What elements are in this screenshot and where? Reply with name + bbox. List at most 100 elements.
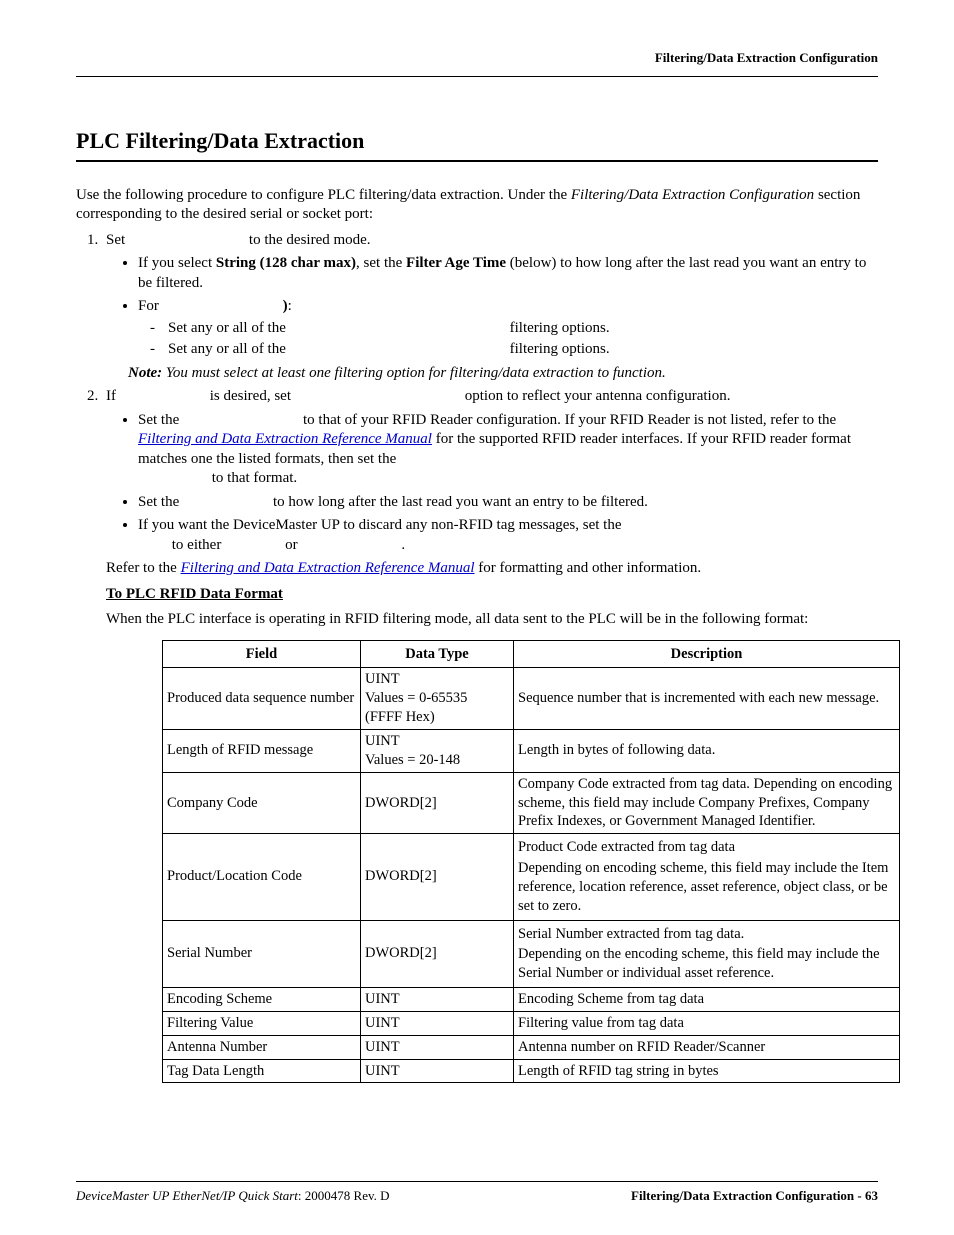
- d4p1: Serial Number extracted from tag data.: [518, 925, 895, 944]
- intro-italic: Filtering/Data Extraction Configuration: [571, 187, 814, 203]
- s1b2-pre: For: [138, 298, 159, 314]
- table-row: Product/Location Code DWORD[2] Product C…: [163, 834, 900, 920]
- cell-type: DWORD[2]: [361, 834, 514, 920]
- cell-field: Produced data sequence number: [163, 668, 361, 730]
- step-2: If is desired, set option to reflect you…: [102, 387, 878, 1083]
- s2-if-mid: is desired, set: [206, 388, 291, 404]
- th-field: Field: [163, 640, 361, 668]
- table-row: Filtering Value UINT Filtering value fro…: [163, 1011, 900, 1035]
- cell-desc: Company Code extracted from tag data. De…: [514, 772, 900, 834]
- cell-field: Product/Location Code: [163, 834, 361, 920]
- cell-type: UINT Values = 0-65535 (FFFF Hex): [361, 668, 514, 730]
- cell-desc: Sequence number that is incremented with…: [514, 668, 900, 730]
- s2c3-or: or: [281, 537, 297, 553]
- cell-desc: Filtering value from tag data: [514, 1011, 900, 1035]
- footer-left-rest: : 2000478 Rev. D: [298, 1188, 390, 1203]
- cell-field: Tag Data Length: [163, 1059, 361, 1083]
- s1b1-pre: If you select: [138, 255, 216, 271]
- th-description: Description: [514, 640, 900, 668]
- d3p1: Product Code extracted from tag data: [518, 838, 895, 857]
- d4p2: Depending on the encoding scheme, this f…: [518, 945, 895, 983]
- s2c3-end: .: [398, 537, 406, 553]
- table-row: Tag Data Length UINT Length of RFID tag …: [163, 1059, 900, 1083]
- cell-desc: Length in bytes of following data.: [514, 729, 900, 772]
- note-label: Note:: [128, 365, 162, 381]
- step1-bullet-2: For ): Set any or all of the filtering o…: [138, 297, 878, 360]
- t0l1: UINT: [365, 671, 400, 687]
- t1l2: Values = 20-148: [365, 752, 460, 768]
- s2c1-pre: Set the: [138, 412, 179, 428]
- section-heading: PLC Filtering/Data Extraction: [76, 127, 878, 156]
- step1-set-post: to the desired mode.: [245, 232, 370, 248]
- cell-field: Company Code: [163, 772, 361, 834]
- rfid-data-format-table: Field Data Type Description Produced dat…: [162, 640, 900, 1084]
- refer-line: Refer to the Filtering and Data Extracti…: [106, 559, 878, 579]
- step1-dash-2: Set any or all of the filtering options.: [168, 340, 878, 360]
- table-row: Encoding Scheme UINT Encoding Scheme fro…: [163, 988, 900, 1012]
- cell-desc: Serial Number extracted from tag data. D…: [514, 920, 900, 988]
- table-row: Produced data sequence number UINT Values…: [163, 668, 900, 730]
- cell-type: UINT Values = 20-148: [361, 729, 514, 772]
- s2c1-mid: to that of your RFID Reader configuratio…: [299, 412, 836, 428]
- s1b2-post: :: [288, 298, 292, 314]
- th-datatype: Data Type: [361, 640, 514, 668]
- cell-type: UINT: [361, 988, 514, 1012]
- cell-type: UINT: [361, 1059, 514, 1083]
- s2c1-tail: to that format.: [208, 470, 297, 486]
- d3p2: Depending on encoding scheme, this field…: [518, 859, 895, 916]
- table-row: Company Code DWORD[2] Company Code extra…: [163, 772, 900, 834]
- cell-desc: Encoding Scheme from tag data: [514, 988, 900, 1012]
- cell-field: Antenna Number: [163, 1035, 361, 1059]
- subheading: To PLC RFID Data Format: [106, 585, 878, 605]
- filter-manual-link-1[interactable]: Filtering and Data Extraction Reference …: [138, 431, 432, 447]
- t1l1: UINT: [365, 733, 400, 749]
- step2-bullet-1: Set the to that of your RFID Reader conf…: [138, 411, 878, 489]
- s1d2-pre: Set any or all of the: [168, 341, 286, 357]
- step2-bullet-3: If you want the DeviceMaster UP to disca…: [138, 516, 878, 555]
- cell-type: DWORD[2]: [361, 920, 514, 988]
- s1b1-bold1: String (128 char max): [216, 255, 356, 271]
- s2-if-pre: If: [106, 388, 116, 404]
- s2c2-post: to how long after the last read you want…: [269, 494, 648, 510]
- s2c3-mid: to either: [168, 537, 221, 553]
- filter-manual-link-2[interactable]: Filtering and Data Extraction Reference …: [181, 560, 475, 576]
- intro-pre: Use the following procedure to configure…: [76, 187, 571, 203]
- refer-post: for formatting and other information.: [475, 560, 702, 576]
- t0l2: Values = 0-65535: [365, 690, 467, 706]
- step1-dash-1: Set any or all of the filtering options.: [168, 319, 878, 339]
- note-text: You must select at least one filtering o…: [162, 365, 666, 381]
- cell-desc: Antenna number on RFID Reader/Scanner: [514, 1035, 900, 1059]
- page-footer: DeviceMaster UP EtherNet/IP Quick Start:…: [76, 1181, 878, 1205]
- cell-field: Serial Number: [163, 920, 361, 988]
- footer-right: Filtering/Data Extraction Configuration …: [631, 1188, 878, 1205]
- t0l3: (FFFF Hex): [365, 709, 435, 725]
- s2c3-pre: If you want the DeviceMaster UP to disca…: [138, 517, 622, 533]
- table-row: Length of RFID message UINT Values = 20-1…: [163, 729, 900, 772]
- footer-left: DeviceMaster UP EtherNet/IP Quick Start:…: [76, 1188, 390, 1205]
- s2c2-pre: Set the: [138, 494, 179, 510]
- step-1: Set to the desired mode. If you select S…: [102, 231, 878, 384]
- footer-left-ital: DeviceMaster UP EtherNet/IP Quick Start: [76, 1188, 298, 1203]
- cell-type: DWORD[2]: [361, 772, 514, 834]
- running-header: Filtering/Data Extraction Configuration: [655, 50, 878, 67]
- cell-field: Length of RFID message: [163, 729, 361, 772]
- s1b1-mid: , set the: [356, 255, 406, 271]
- table-row: Antenna Number UINT Antenna number on RF…: [163, 1035, 900, 1059]
- s1d2-post: filtering options.: [506, 341, 610, 357]
- step1-set-pre: Set: [106, 232, 125, 248]
- cell-type: UINT: [361, 1035, 514, 1059]
- s2-if-post: option to reflect your antenna configura…: [461, 388, 731, 404]
- step1-bullet-1: If you select String (128 char max), set…: [138, 254, 878, 293]
- s1b2-bold: ): [279, 298, 288, 314]
- cell-type: UINT: [361, 1011, 514, 1035]
- when-paragraph: When the PLC interface is operating in R…: [106, 610, 878, 630]
- cell-desc: Length of RFID tag string in bytes: [514, 1059, 900, 1083]
- s1d1-pre: Set any or all of the: [168, 320, 286, 336]
- s1d1-post: filtering options.: [506, 320, 610, 336]
- note: Note: You must select at least one filte…: [128, 364, 878, 384]
- refer-pre: Refer to the: [106, 560, 181, 576]
- s1b1-bold2: Filter Age Time: [406, 255, 506, 271]
- cell-field: Encoding Scheme: [163, 988, 361, 1012]
- step2-bullet-2: Set the to how long after the last read …: [138, 493, 878, 513]
- intro-paragraph: Use the following procedure to configure…: [76, 186, 878, 225]
